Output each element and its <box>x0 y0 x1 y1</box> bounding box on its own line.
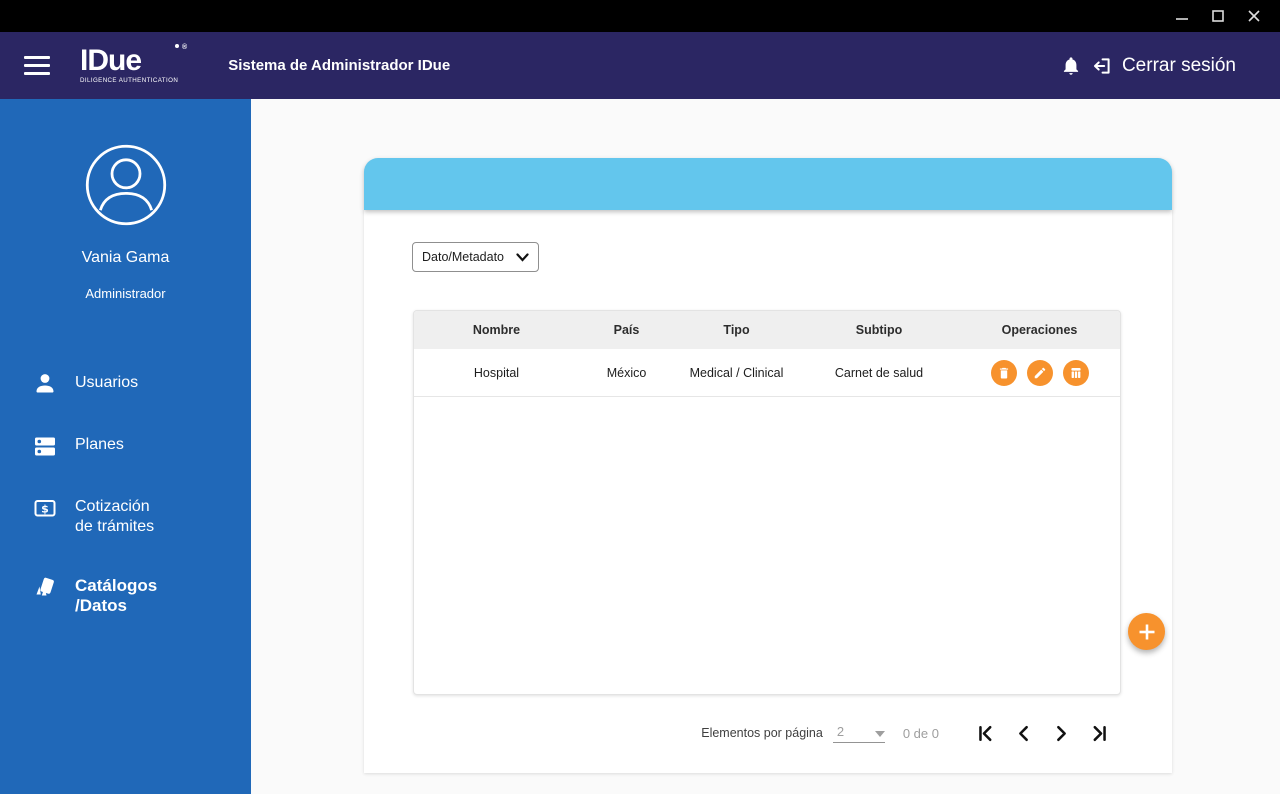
plans-icon <box>35 437 55 456</box>
add-item-fab[interactable] <box>1128 613 1165 650</box>
delete-button[interactable] <box>990 359 1017 386</box>
app-logo[interactable]: IDue ® DILIGENCE AUTHENTICATION <box>80 44 187 85</box>
sidebar: Vania Gama Administrador Usuarios Planes… <box>0 99 251 794</box>
sidebar-item-label: Catálogos <box>75 576 158 595</box>
delete-icon <box>999 367 1008 379</box>
next-page-button[interactable] <box>1051 723 1072 744</box>
logo-text: IDue <box>80 44 142 78</box>
edit-icon <box>1034 367 1045 378</box>
cell-subtipo: Carnet de salud <box>834 365 924 380</box>
logo-subtitle: DILIGENCE AUTHENTICATION <box>80 77 179 85</box>
col-header-pais: País <box>613 323 640 337</box>
close-button[interactable] <box>1240 3 1268 29</box>
sidebar-item-cotizacion[interactable]: $ Cotización de trámites <box>0 483 251 551</box>
hamburger-icon <box>24 56 50 59</box>
edit-button[interactable] <box>1026 359 1053 386</box>
table-header-row: Nombre País Tipo Subtipo Operaciones <box>414 311 1120 349</box>
page-size-value: 2 <box>836 723 845 739</box>
sidebar-item-catalogos[interactable]: Catálogos /Datos <box>0 562 251 630</box>
col-header-tipo: Tipo <box>723 323 750 337</box>
chevron-right-icon <box>1057 725 1066 741</box>
col-header-subtipo: Subtipo <box>855 323 903 337</box>
user-name: Vania Gama <box>81 249 170 266</box>
svg-text:$: $ <box>41 503 49 516</box>
sidebar-item-label: Cotización <box>75 498 150 515</box>
card-header-bar <box>364 158 1172 210</box>
catalog-card: Dato/Metadato Nombre País Tipo Subtipo O… <box>364 158 1172 773</box>
previous-page-button[interactable] <box>1013 723 1034 744</box>
cell-operaciones <box>959 359 1120 386</box>
logout-button[interactable]: Cerrar sesión <box>1091 55 1236 77</box>
first-page-button[interactable] <box>975 723 996 744</box>
notifications-bell-icon[interactable] <box>1061 55 1081 77</box>
main-content: Dato/Metadato Nombre País Tipo Subtipo O… <box>251 99 1280 794</box>
sidebar-item-label-line2: de trámites <box>75 518 155 535</box>
sidebar-item-planes[interactable]: Planes <box>0 421 251 472</box>
plus-icon <box>1139 624 1154 639</box>
cell-nombre: Hospital <box>473 365 520 380</box>
page-size-select[interactable]: 2 <box>832 723 885 743</box>
close-icon <box>1248 10 1260 22</box>
type-select-value: Dato/Metadato <box>422 250 504 264</box>
page-range: 0 de 0 <box>902 725 939 741</box>
minimize-icon <box>1176 18 1188 20</box>
type-select-dropdown[interactable]: Dato/Metadato <box>412 242 539 272</box>
menu-toggle-button[interactable] <box>24 56 50 75</box>
page-title: Sistema de Administrador IDue <box>228 57 451 74</box>
chevron-left-icon <box>1019 725 1028 741</box>
os-title-bar <box>0 0 1280 32</box>
user-role: Administrador <box>85 286 166 301</box>
sidebar-nav: Usuarios Planes $ Cotización de trámites… <box>0 359 251 630</box>
quote-currency-icon: $ <box>34 500 56 517</box>
data-table: Nombre País Tipo Subtipo Operaciones Hos… <box>413 310 1121 695</box>
page-size-label: Elementos por página <box>701 726 823 740</box>
last-page-icon <box>1093 725 1106 741</box>
logout-label: Cerrar sesión <box>1121 54 1236 76</box>
sidebar-item-label: Planes <box>75 436 124 453</box>
col-header-operaciones: Operaciones <box>1001 323 1078 337</box>
dropdown-arrow-icon <box>874 730 885 737</box>
paginator: Elementos por página 2 0 de 0 <box>701 718 1110 748</box>
sidebar-item-label: Usuarios <box>75 374 139 391</box>
logout-icon <box>1093 57 1110 74</box>
maximize-icon <box>1212 10 1224 22</box>
cell-pais: México <box>606 365 647 380</box>
first-page-icon <box>979 725 992 741</box>
person-icon <box>36 374 54 393</box>
view-table-button[interactable] <box>1062 359 1089 386</box>
registered-mark: ® <box>182 44 187 52</box>
last-page-button[interactable] <box>1089 723 1110 744</box>
catalogs-icon <box>36 577 54 596</box>
logo-accent-dot <box>175 44 180 49</box>
sidebar-item-label-line2: /Datos <box>75 596 127 615</box>
cell-tipo: Medical / Clinical <box>689 365 784 380</box>
chevron-down-icon <box>516 252 529 262</box>
sidebar-item-usuarios[interactable]: Usuarios <box>0 359 251 410</box>
table-row: Hospital México Medical / Clinical Carne… <box>414 349 1120 397</box>
minimize-button[interactable] <box>1168 3 1196 29</box>
avatar <box>85 144 166 226</box>
maximize-button[interactable] <box>1204 3 1232 29</box>
app-header: IDue ® DILIGENCE AUTHENTICATION Sistema d… <box>0 32 1280 99</box>
table-icon <box>1070 367 1081 378</box>
col-header-nombre: Nombre <box>472 323 521 337</box>
